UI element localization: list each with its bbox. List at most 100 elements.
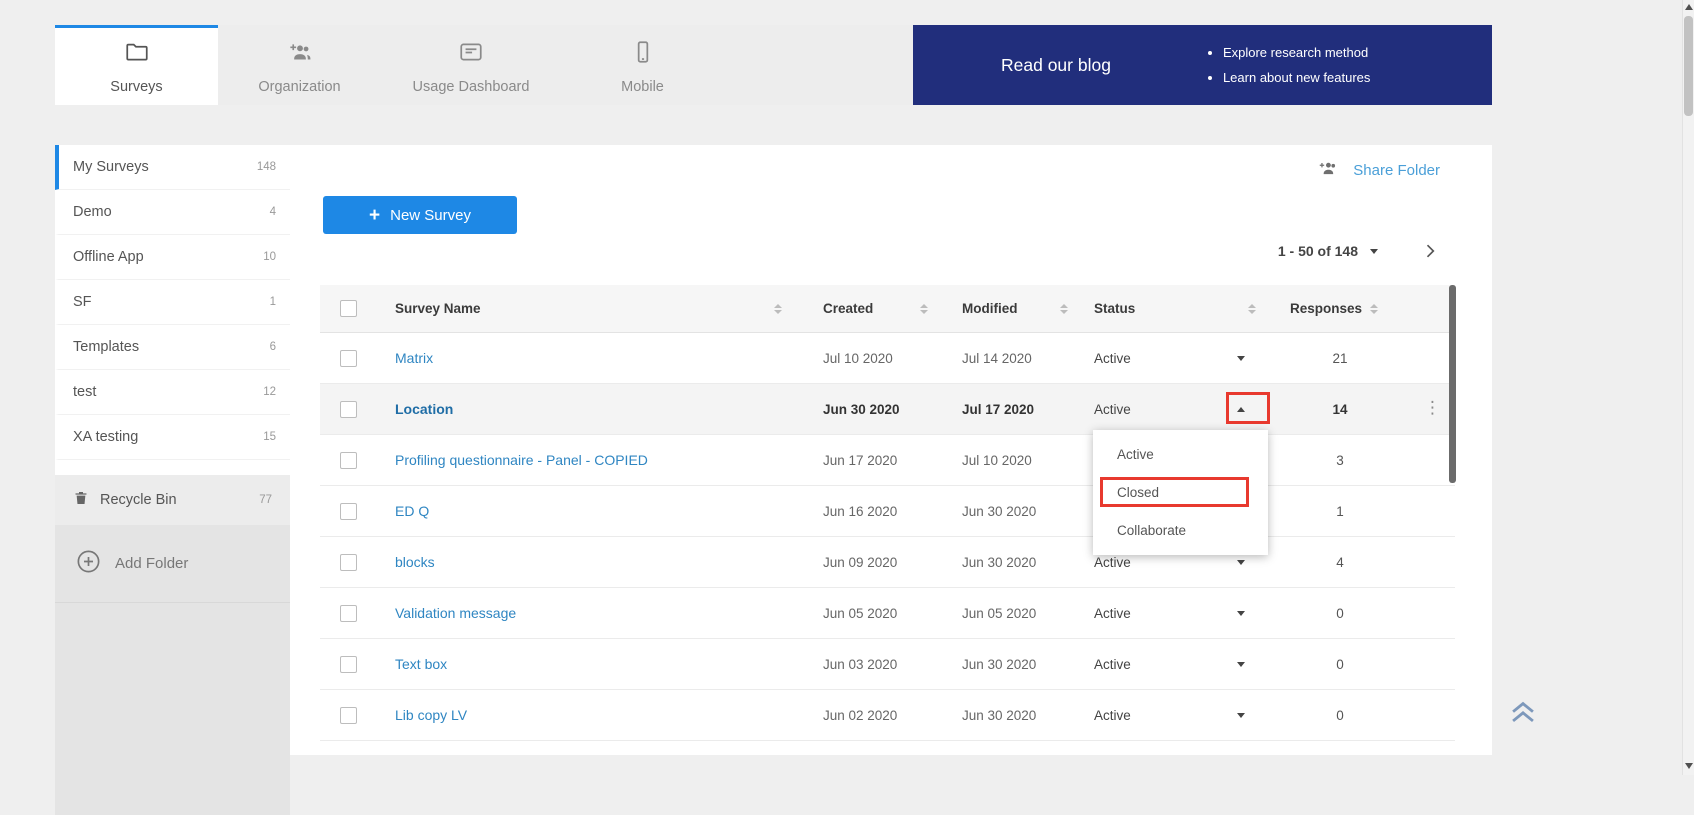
responses-count: 3 (1270, 453, 1410, 468)
status-dropdown-toggle[interactable] (1237, 662, 1245, 667)
tab-label: Usage Dashboard (413, 79, 530, 95)
blog-banner[interactable]: Read our blog Explore research method Le… (913, 25, 1492, 105)
row-checkbox[interactable] (340, 350, 357, 367)
status-option-collaborate[interactable]: Collaborate (1093, 511, 1268, 549)
sidebar-item-test[interactable]: test 12 (55, 370, 290, 415)
survey-name-link[interactable]: blocks (395, 554, 435, 570)
sidebar-item-offline-app[interactable]: Offline App 10 (55, 235, 290, 280)
trash-icon (73, 489, 89, 512)
sidebar-item-xa-testing[interactable]: XA testing 15 (55, 415, 290, 460)
folder-count: 6 (270, 341, 276, 353)
modified-date: Jul 17 2020 (940, 402, 1080, 417)
table-scrollbar-thumb[interactable] (1449, 285, 1456, 483)
modified-date: Jun 30 2020 (940, 708, 1080, 723)
row-checkbox[interactable] (340, 605, 357, 622)
scrollbar-up-icon[interactable] (1685, 4, 1693, 10)
folder-count: 4 (270, 206, 276, 218)
row-menu-icon[interactable]: ⋮ (1424, 398, 1441, 417)
status-value: Active (1094, 351, 1131, 366)
banner-bullet: Learn about new features (1223, 65, 1370, 90)
status-option-active[interactable]: Active (1093, 435, 1268, 473)
blog-banner-title[interactable]: Read our blog (1001, 55, 1111, 76)
folder-icon (124, 39, 150, 70)
survey-name-link[interactable]: Lib copy LV (395, 707, 467, 723)
sort-icon[interactable] (1060, 304, 1068, 314)
select-all-checkbox[interactable] (340, 300, 357, 317)
folder-label: Templates (73, 339, 139, 355)
status-dropdown-toggle[interactable] (1237, 560, 1245, 565)
status-dropdown-toggle[interactable] (1237, 713, 1245, 718)
sort-icon[interactable] (920, 304, 928, 314)
survey-name-link[interactable]: Validation message (395, 605, 516, 621)
row-checkbox[interactable] (340, 656, 357, 673)
sidebar-item-demo[interactable]: Demo 4 (55, 190, 290, 235)
survey-name-link[interactable]: ED Q (395, 503, 429, 519)
sort-icon[interactable] (1248, 304, 1256, 314)
survey-name-link[interactable]: Location (395, 401, 453, 417)
sort-icon[interactable] (774, 304, 782, 314)
survey-name-link[interactable]: Text box (395, 656, 447, 672)
sidebar-item-sf[interactable]: SF 1 (55, 280, 290, 325)
sidebar-item-my-surveys[interactable]: My Surveys 148 (55, 145, 290, 190)
row-checkbox[interactable] (340, 503, 357, 520)
created-date: Jun 30 2020 (800, 402, 940, 417)
tab-label: Mobile (621, 79, 664, 95)
tab-mobile[interactable]: Mobile (561, 25, 724, 105)
pagination: 1 - 50 of 148 (1278, 241, 1440, 261)
new-survey-button[interactable]: + New Survey (323, 196, 517, 234)
browser-scrollbar[interactable] (1682, 0, 1694, 775)
sidebar-item-recycle-bin[interactable]: Recycle Bin 77 (55, 475, 290, 525)
add-folder-button[interactable]: Add Folder (55, 525, 290, 603)
add-circle-icon (75, 548, 102, 580)
pagination-range[interactable]: 1 - 50 of 148 (1278, 243, 1358, 259)
status-option-closed[interactable]: Closed (1093, 473, 1268, 511)
next-page-button[interactable] (1420, 241, 1440, 261)
responses-count: 0 (1270, 657, 1410, 672)
status-dropdown-toggle[interactable] (1237, 611, 1245, 616)
sort-icon[interactable] (1370, 304, 1378, 314)
folder-label: Offline App (73, 249, 144, 265)
survey-name-link[interactable]: Matrix (395, 350, 433, 366)
responses-count: 14 (1270, 402, 1410, 417)
pagination-dropdown-icon[interactable] (1370, 249, 1378, 254)
status-dropdown-toggle[interactable] (1237, 356, 1245, 361)
top-navigation: Surveys Organization Usage Dashboard Mob… (55, 25, 1492, 105)
tab-organization[interactable]: Organization (218, 25, 381, 105)
responses-count: 21 (1270, 351, 1410, 366)
modified-date: Jun 30 2020 (940, 555, 1080, 570)
row-checkbox[interactable] (340, 401, 357, 418)
tab-usage-dashboard[interactable]: Usage Dashboard (381, 25, 561, 105)
add-folder-label: Add Folder (115, 555, 188, 572)
table-row: Matrix Jul 10 2020 Jul 14 2020 Active 21 (320, 333, 1455, 384)
banner-bullet: Explore research method (1223, 40, 1370, 65)
status-dropdown-menu: Active Closed Collaborate (1093, 430, 1268, 555)
sidebar-bottom-area: Add Folder (55, 525, 290, 815)
table-row: blocks Jun 09 2020 Jun 30 2020 Active 4 (320, 537, 1455, 588)
row-checkbox[interactable] (340, 707, 357, 724)
folder-count: 148 (257, 161, 276, 173)
row-checkbox[interactable] (340, 554, 357, 571)
tab-surveys[interactable]: Surveys (55, 25, 218, 105)
folder-count: 12 (263, 386, 276, 398)
sidebar-item-templates[interactable]: Templates 6 (55, 325, 290, 370)
folder-label: test (73, 384, 96, 400)
row-checkbox[interactable] (340, 452, 357, 469)
status-dropdown-toggle[interactable] (1237, 407, 1245, 412)
folder-sidebar: My Surveys 148 Demo 4 Offline App 10 SF … (55, 145, 290, 755)
scroll-to-top-button[interactable] (1506, 694, 1540, 728)
folder-label: Recycle Bin (100, 492, 177, 508)
column-header-status: Status (1094, 301, 1135, 316)
created-date: Jun 17 2020 (800, 453, 940, 468)
table-header-row: Survey Name Created Modified Status Resp… (320, 285, 1455, 333)
share-folder-button[interactable]: Share Folder (1316, 158, 1440, 183)
folder-count: 1 (270, 296, 276, 308)
status-value: Active (1094, 606, 1131, 621)
scrollbar-down-icon[interactable] (1685, 763, 1693, 769)
modified-date: Jul 10 2020 (940, 453, 1080, 468)
table-row: Text box Jun 03 2020 Jun 30 2020 Active … (320, 639, 1455, 690)
survey-name-link[interactable]: Profiling questionnaire - Panel - COPIED (395, 452, 648, 468)
scrollbar-thumb[interactable] (1684, 16, 1693, 116)
created-date: Jun 03 2020 (800, 657, 940, 672)
table-row: Profiling questionnaire - Panel - COPIED… (320, 435, 1455, 486)
responses-count: 0 (1270, 708, 1410, 723)
